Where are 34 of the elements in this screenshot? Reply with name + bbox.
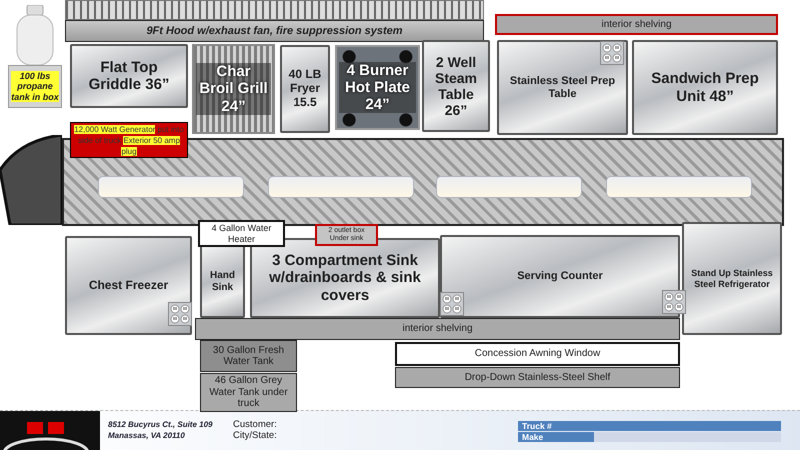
outlet-icon — [168, 302, 192, 326]
outlet-icon — [600, 41, 624, 65]
label-panel: Drop-Down Stainless-Steel Shelf — [395, 367, 680, 388]
label-panel: 46 Gallon Grey Water Tank under truck — [200, 373, 297, 412]
field-label: Customer: — [233, 419, 278, 430]
address-line: Manassas, VA 20110 — [108, 430, 186, 441]
ceiling-light-icon — [606, 176, 752, 198]
equipment-block: Serving Counter — [440, 235, 680, 318]
table-header-cell: Make — [518, 432, 594, 442]
equipment-block: Flat Top Griddle 36” — [70, 44, 188, 108]
shelving-panel: interior shelving — [495, 14, 778, 35]
equipment-block: Chest Freezer — [65, 236, 192, 335]
ceiling-light-icon — [268, 176, 414, 198]
equipment-block: 40 LB Fryer 15.5 — [280, 45, 330, 133]
label-panel: 9Ft Hood w/exhaust fan, fire suppression system — [65, 20, 484, 42]
label-box: Concession Awning Window — [395, 342, 680, 366]
address-line: 8512 Bucyrus Ct., Suite 109 — [108, 419, 214, 430]
hot-plate-block: 4 Burner Hot Plate 24” — [335, 45, 420, 130]
equipment-block: Stand Up Stainless Steel Refrigerator — [682, 222, 782, 335]
equipment-block: Sandwich Prep Unit 48” — [632, 40, 778, 135]
grill-block: Char Broil Grill 24” — [192, 44, 275, 134]
propane-tank-icon — [14, 5, 56, 65]
label-box: 4 Gallon Water Heater — [198, 220, 285, 247]
label-panel: interior shelving — [195, 318, 680, 340]
ceiling-light-icon — [436, 176, 582, 198]
table-header-cell: Truck # — [518, 421, 594, 431]
ceiling-light-icon — [98, 176, 244, 198]
water-tank: 30 Gallon Fresh Water Tank — [200, 340, 297, 372]
tank-label: 100 lbs propane tank in box — [8, 65, 62, 108]
equipment-block: Stainless Steel Prep Table — [497, 40, 628, 135]
equipment-block: Hand Sink — [200, 245, 245, 318]
outlet-icon — [662, 290, 686, 314]
field-label: City/State: — [233, 430, 278, 441]
equipment-block: 2 Well Steam Table 26” — [422, 40, 490, 132]
